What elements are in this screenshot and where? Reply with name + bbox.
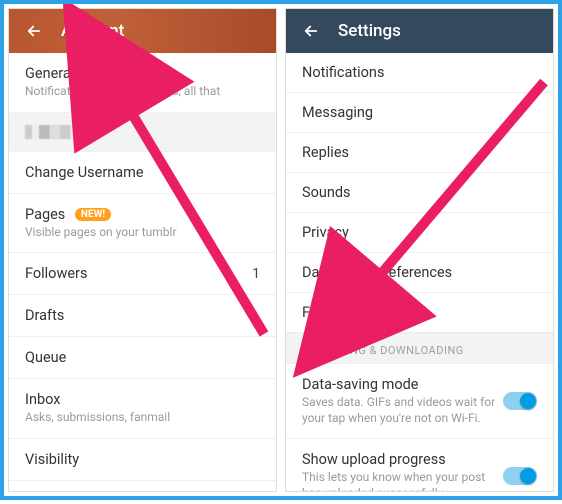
replies-label: Replies [302,144,349,161]
followers-label: Followers [25,265,87,282]
drafts-row[interactable]: Drafts [9,295,276,337]
settings-list: Notifications Messaging Replies Sounds P… [286,53,553,491]
uploading-section-header: UPLOADING & DOWNLOADING [286,333,553,364]
dashboard-row[interactable]: Dashboard preferences [286,253,553,293]
followers-row[interactable]: Followers 1 [9,253,276,295]
general-settings-sub: Notifications, sounds, replies, all that [25,84,220,100]
general-settings-row[interactable]: General settings Notifications, sounds, … [9,53,276,113]
filtering-row[interactable]: Filtering [286,293,553,333]
followers-count: 1 [252,266,260,282]
linked-accounts-row[interactable]: Linked accounts [9,481,276,491]
show-upload-sub: This lets you know when your post has up… [302,470,502,491]
messaging-label: Messaging [302,104,373,121]
pages-row[interactable]: Pages NEW! Visible pages on your tumblr [9,194,276,254]
inbox-label: Inbox [25,391,170,408]
privacy-row[interactable]: Privacy [286,213,553,253]
drafts-label: Drafts [25,307,64,324]
dashboard-label: Dashboard preferences [302,264,452,281]
privacy-label: Privacy [302,224,349,241]
visibility-row[interactable]: Visibility [9,439,276,481]
data-saving-label: Data-saving mode [302,376,502,393]
general-settings-label: General settings [25,65,220,82]
blog-name-obscured [25,125,95,139]
messaging-row[interactable]: Messaging [286,93,553,133]
pages-label: Pages [25,206,65,223]
back-arrow-icon[interactable] [23,20,45,42]
visibility-label: Visibility [25,451,79,468]
notifications-row[interactable]: Notifications [286,53,553,93]
queue-label: Queue [25,349,66,366]
sounds-row[interactable]: Sounds [286,173,553,213]
account-list: General settings Notifications, sounds, … [9,53,276,491]
settings-header-title: Settings [338,21,401,41]
inbox-sub: Asks, submissions, fanmail [25,410,170,426]
data-saving-toggle[interactable] [503,392,537,410]
show-upload-row[interactable]: Show upload progress This lets you know … [286,439,553,491]
back-arrow-icon[interactable] [300,20,322,42]
change-username-label: Change Username [25,164,144,181]
account-header-title: Account [61,21,124,41]
show-upload-label: Show upload progress [302,451,502,468]
account-header: Account [9,9,276,53]
show-upload-toggle[interactable] [503,467,537,485]
notifications-label: Notifications [302,64,384,81]
settings-screen: Settings Notifications Messaging Replies… [285,8,554,492]
new-badge: NEW! [75,208,111,221]
change-username-row[interactable]: Change Username [9,152,276,194]
blog-name-row[interactable] [9,113,276,152]
queue-row[interactable]: Queue [9,337,276,379]
settings-header: Settings [286,9,553,53]
filtering-label: Filtering [302,304,354,321]
account-screen: Account General settings Notifications, … [8,8,277,492]
inbox-row[interactable]: Inbox Asks, submissions, fanmail [9,379,276,439]
data-saving-sub: Saves data. GIFs and videos wait for you… [302,395,502,426]
sounds-label: Sounds [302,184,351,201]
replies-row[interactable]: Replies [286,133,553,173]
data-saving-row[interactable]: Data-saving mode Saves data. GIFs and vi… [286,364,553,439]
pages-sub: Visible pages on your tumblr [25,225,177,241]
